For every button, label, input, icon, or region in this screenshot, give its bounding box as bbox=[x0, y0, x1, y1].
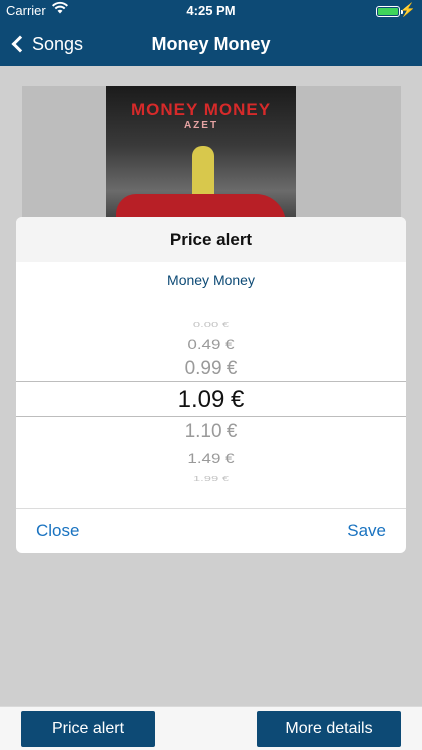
save-button[interactable]: Save bbox=[347, 509, 386, 553]
picker-option[interactable]: 0.99 € bbox=[16, 358, 406, 380]
picker-option[interactable]: 0.00 € bbox=[16, 320, 406, 328]
more-details-button[interactable]: More details bbox=[257, 711, 401, 747]
status-bar: Carrier 4:25 PM ⚡ bbox=[0, 0, 422, 22]
price-picker[interactable]: 0.00 € 0.49 € 0.99 € 1.09 € 1.10 € 1.49 … bbox=[16, 309, 406, 505]
picker-option[interactable]: 1.99 € bbox=[16, 474, 406, 482]
status-time: 4:25 PM bbox=[186, 3, 236, 18]
picker-selected-option[interactable]: 1.09 € bbox=[16, 386, 406, 414]
album-cover: MONEY MONEY AZET bbox=[106, 86, 296, 236]
battery-icon bbox=[376, 6, 403, 17]
dialog-title: Price alert bbox=[16, 217, 406, 262]
close-button[interactable]: Close bbox=[36, 509, 79, 553]
picker-option[interactable]: 1.10 € bbox=[16, 421, 406, 443]
picker-option[interactable]: 1.49 € bbox=[16, 451, 406, 467]
price-alert-dialog: Price alert Money Money 0.00 € 0.49 € 0.… bbox=[16, 217, 406, 553]
picker-selection-bottom bbox=[16, 416, 406, 417]
nav-bar: Songs Money Money bbox=[0, 22, 422, 66]
cover-title: MONEY MONEY bbox=[130, 100, 272, 119]
picker-option[interactable]: 0.49 € bbox=[16, 337, 406, 353]
bolt-icon: ⚡ bbox=[399, 2, 416, 17]
bottom-toolbar: Price alert More details bbox=[0, 706, 422, 750]
picker-selection-top bbox=[16, 381, 406, 382]
cover-artist: AZET bbox=[183, 120, 219, 131]
page-title: Money Money bbox=[151, 34, 271, 54]
dialog-song-name: Money Money bbox=[167, 272, 255, 288]
price-alert-button[interactable]: Price alert bbox=[21, 711, 155, 747]
